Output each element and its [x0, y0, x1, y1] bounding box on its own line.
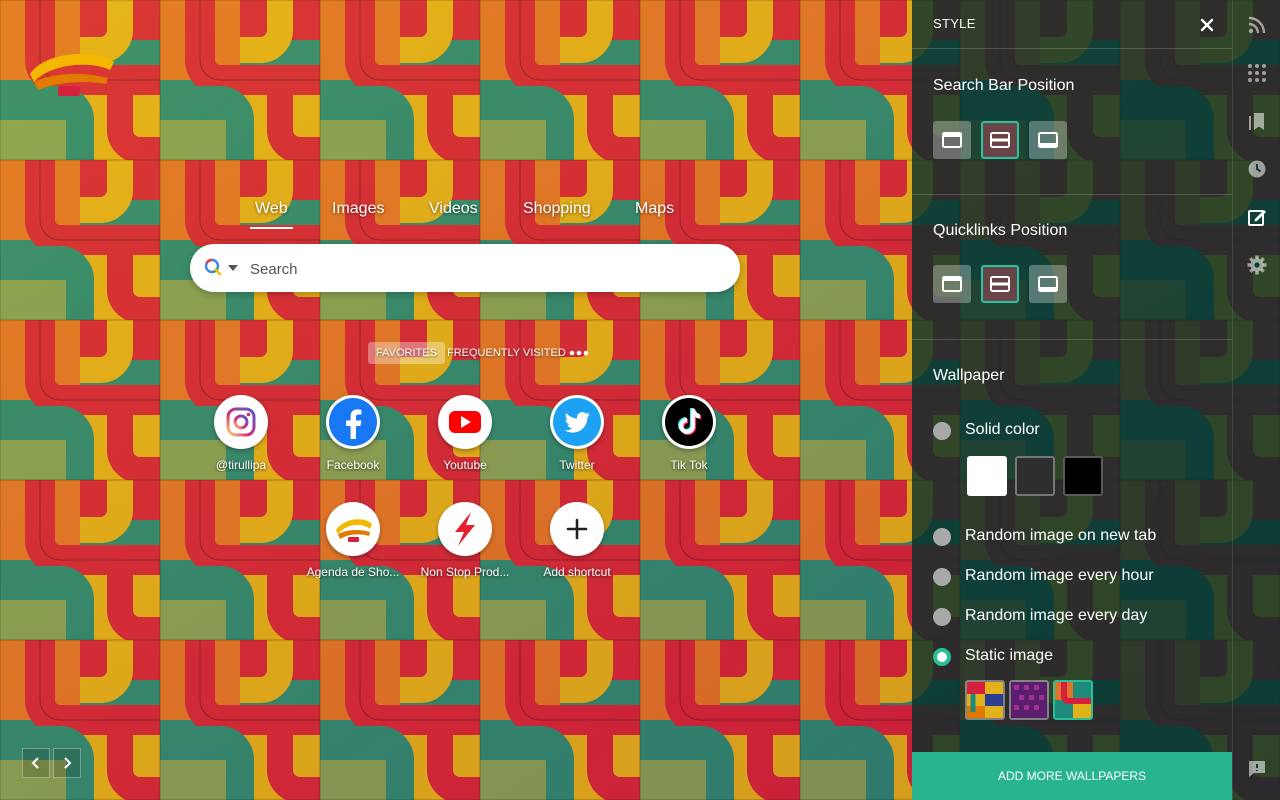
lightning-icon	[438, 502, 492, 556]
style-panel: STYLE Search Bar Position Quicklinks Pos…	[912, 0, 1232, 800]
layout-top-icon	[942, 276, 962, 292]
quicklink-label: Tik Tok	[670, 458, 708, 472]
quicklink-label: Twitter	[559, 458, 595, 472]
search-bar-position-bottom-button[interactable]	[1029, 121, 1067, 159]
previous-button[interactable]	[22, 748, 50, 778]
search-bar-position-middle-button[interactable]	[981, 121, 1019, 159]
radio-label: Random image every hour	[965, 567, 1154, 584]
apps-grid-icon[interactable]	[1246, 62, 1268, 84]
close-icon[interactable]	[1196, 14, 1218, 36]
search-input[interactable]	[248, 256, 712, 282]
quicklink-label: Youtube	[443, 458, 487, 472]
tab-favorites[interactable]: FAVORITES	[368, 342, 445, 364]
radio-label: Static image	[965, 647, 1054, 664]
settings-gear-icon[interactable]	[1246, 254, 1268, 276]
layout-bottom-icon	[1038, 132, 1058, 148]
wallpaper-option-static-image[interactable]: Static image	[933, 646, 1223, 668]
quicklink-label: @tirullipa	[215, 458, 267, 472]
layout-middle-icon	[990, 276, 1010, 292]
panel-title: STYLE	[933, 16, 976, 31]
tab-web[interactable]: Web	[250, 200, 293, 229]
search-bar-position-title: Search Bar Position	[933, 77, 1075, 94]
tab-images[interactable]: Images	[332, 200, 384, 226]
wallpaper-option-random-new-tab[interactable]: Random image on new tab	[933, 526, 1223, 548]
search-bar-position-top-button[interactable]	[933, 121, 971, 159]
quicklinks-position-bottom-button[interactable]	[1029, 265, 1067, 303]
wallpaper-thumbnail[interactable]	[1009, 680, 1049, 720]
quicklink-twitter[interactable]: Twitter	[525, 395, 629, 491]
add-shortcut-button[interactable]: Add shortcut	[525, 502, 629, 598]
radio-label: Random image on new tab	[965, 527, 1157, 544]
wallpaper-option-random-hour[interactable]: Random image every hour	[933, 566, 1223, 588]
bookmark-icon[interactable]	[1246, 110, 1268, 132]
wallpaper-thumbnail-selected[interactable]	[1053, 680, 1093, 720]
tab-videos[interactable]: Videos	[429, 200, 478, 226]
more-horizontal-icon[interactable]	[568, 342, 590, 364]
wallpaper-option-random-day[interactable]: Random image every day	[933, 606, 1223, 628]
tirullipa-logo	[30, 53, 114, 96]
chevron-left-icon	[31, 757, 39, 769]
quicklink-label: Non Stop Prod...	[420, 565, 510, 579]
divider	[912, 48, 1232, 49]
radio-label: Random image every day	[965, 607, 1148, 624]
quicklinks-position-middle-button[interactable]	[981, 265, 1019, 303]
quicklink-agenda[interactable]: Agenda de Sho...	[301, 502, 405, 598]
radio-label: Solid color	[965, 421, 1040, 438]
search-bar	[190, 244, 740, 292]
layout-top-icon	[942, 132, 962, 148]
tirullipa-logo-icon	[326, 502, 380, 556]
quicklink-instagram[interactable]: @tirullipa	[189, 395, 293, 491]
twitter-icon	[550, 395, 604, 449]
feedback-icon[interactable]	[1246, 758, 1268, 780]
instagram-icon	[214, 395, 268, 449]
history-clock-icon[interactable]	[1246, 158, 1268, 180]
layout-middle-icon	[990, 132, 1010, 148]
quicklink-tiktok[interactable]: Tik Tok	[637, 395, 741, 491]
radio-button[interactable]	[933, 608, 951, 626]
wallpaper-thumbnail[interactable]	[965, 680, 1005, 720]
radio-button[interactable]	[933, 528, 951, 546]
quicklinks-position-title: Quicklinks Position	[933, 222, 1068, 239]
next-button[interactable]	[53, 748, 81, 778]
chevron-right-icon	[64, 757, 72, 769]
rss-icon[interactable]	[1246, 14, 1268, 36]
divider	[912, 339, 1232, 340]
quicklink-label: Add shortcut	[543, 565, 611, 579]
facebook-icon	[326, 395, 380, 449]
wallpaper-option-solid-color[interactable]: Solid color	[933, 420, 1223, 442]
quicklink-non-stop[interactable]: Non Stop Prod...	[413, 502, 517, 598]
tiktok-icon	[662, 395, 716, 449]
quicklink-youtube[interactable]: Youtube	[413, 395, 517, 491]
right-sidebar-rail	[1232, 0, 1280, 800]
tab-maps[interactable]: Maps	[635, 200, 674, 226]
color-swatch-black[interactable]	[1063, 456, 1103, 496]
quicklink-label: Facebook	[326, 458, 380, 472]
color-swatch-white[interactable]	[967, 456, 1007, 496]
quicklink-facebook[interactable]: Facebook	[301, 395, 405, 491]
search-type-tabs: Web Images Videos Shopping Maps	[0, 200, 910, 230]
radio-button[interactable]	[933, 422, 951, 440]
layout-bottom-icon	[1038, 276, 1058, 292]
divider	[912, 194, 1232, 195]
add-more-wallpapers-button[interactable]: ADD MORE WALLPAPERS	[912, 752, 1232, 800]
youtube-icon	[438, 395, 492, 449]
radio-button-selected[interactable]	[933, 648, 951, 666]
radio-button[interactable]	[933, 568, 951, 586]
plus-icon	[550, 502, 604, 556]
quicklinks-position-top-button[interactable]	[933, 265, 971, 303]
wallpaper-title: Wallpaper	[933, 367, 1005, 384]
wallpaper-pager	[22, 748, 82, 778]
tab-shopping[interactable]: Shopping	[523, 200, 591, 226]
quicklink-label: Agenda de Sho...	[306, 565, 400, 579]
color-swatch-dark-gray[interactable]	[1015, 456, 1055, 496]
style-edit-icon[interactable]	[1246, 206, 1268, 228]
tab-frequently-visited[interactable]: FREQUENTLY VISITED	[439, 342, 574, 364]
search-engine-selector[interactable]	[204, 258, 238, 278]
chevron-down-icon	[228, 265, 238, 271]
